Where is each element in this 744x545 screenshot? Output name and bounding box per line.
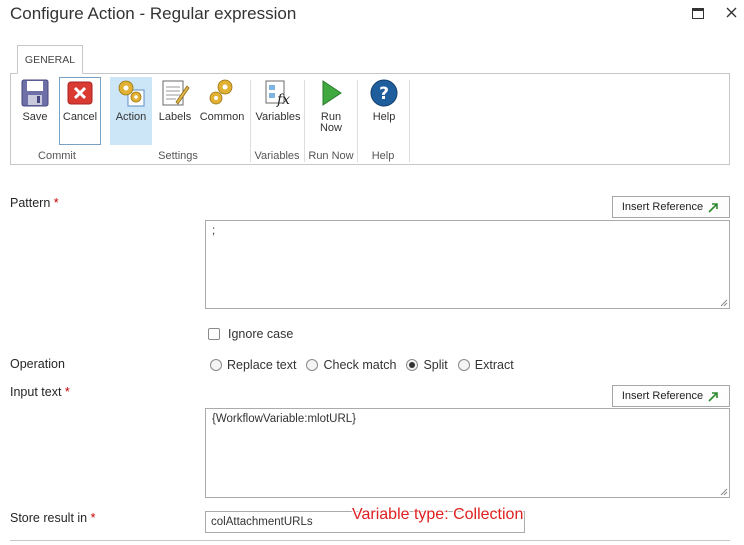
- maximize-icon: [692, 7, 704, 19]
- input-insert-reference-button[interactable]: Insert Reference: [612, 385, 730, 407]
- labels-button[interactable]: Labels: [157, 77, 193, 123]
- common-gear-icon: [207, 77, 237, 109]
- operation-check-radio[interactable]: [306, 359, 319, 371]
- operation-replace-option[interactable]: Replace text: [210, 358, 296, 372]
- operation-extract-label: Extract: [474, 358, 514, 372]
- run-now-label-2: Now: [319, 122, 342, 134]
- common-label: Common: [199, 111, 245, 123]
- close-button[interactable]: [722, 3, 740, 21]
- pattern-insert-reference-button[interactable]: Insert Reference: [612, 196, 730, 218]
- common-button[interactable]: Common: [199, 77, 245, 123]
- pattern-label-text: Pattern: [10, 196, 51, 210]
- insert-reference-label: Insert Reference: [621, 390, 704, 402]
- variable-type-annotation: Variable type: Collection: [352, 506, 524, 523]
- group-variables: Variables: [254, 150, 300, 162]
- tab-general[interactable]: GENERAL: [17, 45, 83, 74]
- store-result-label: Store result in *: [10, 511, 95, 525]
- required-marker: *: [53, 196, 59, 210]
- close-icon: [726, 7, 736, 17]
- operation-replace-radio[interactable]: [210, 359, 222, 371]
- ignore-case-checkbox[interactable]: [208, 328, 220, 340]
- ignore-case-label: Ignore case: [228, 327, 294, 341]
- help-label: Help: [372, 111, 396, 123]
- input-text-textarea[interactable]: {WorkflowVariable:mlotURL}: [205, 408, 730, 498]
- input-text-label-text: Input text: [10, 385, 62, 399]
- operation-radio-group: Replace text Check match Split Extract: [210, 358, 514, 372]
- labels-label: Labels: [158, 111, 192, 123]
- run-now-play-icon: [316, 77, 346, 109]
- ribbon-separator: [250, 80, 251, 162]
- operation-split-option[interactable]: Split: [406, 358, 448, 372]
- action-label: Action: [115, 111, 147, 123]
- ribbon-separator: [357, 80, 358, 162]
- ribbon-separator: [409, 80, 410, 162]
- insert-reference-label: Insert Reference: [621, 201, 704, 213]
- action-button[interactable]: Action: [110, 77, 152, 123]
- dialog-title: Configure Action - Regular expression: [10, 4, 297, 23]
- group-run-now: Run Now: [308, 150, 354, 162]
- svg-text:?: ?: [379, 84, 389, 104]
- operation-extract-option[interactable]: Extract: [457, 358, 514, 372]
- variables-button[interactable]: fx Variables: [255, 77, 301, 123]
- insert-reference-icon: [708, 202, 718, 213]
- save-label: Save: [22, 111, 48, 123]
- required-marker: *: [64, 385, 70, 399]
- labels-icon: [160, 77, 190, 109]
- input-text-value: {WorkflowVariable:mlotURL}: [212, 413, 357, 425]
- operation-check-label: Check match: [323, 358, 397, 372]
- resize-grip-icon[interactable]: [720, 299, 728, 307]
- ignore-case-row[interactable]: Ignore case: [208, 327, 293, 341]
- variables-fx-icon: fx: [263, 77, 293, 109]
- store-result-value: colAttachmentURLs: [211, 516, 313, 528]
- maximize-button[interactable]: [689, 4, 707, 22]
- operation-split-radio[interactable]: [406, 359, 419, 371]
- insert-reference-icon: [708, 391, 718, 402]
- operation-split-label: Split: [423, 358, 448, 372]
- group-commit: Commit: [38, 150, 76, 162]
- save-button[interactable]: Save: [18, 77, 52, 123]
- help-icon: ?: [369, 77, 399, 109]
- group-help: Help: [371, 150, 395, 162]
- pattern-textarea[interactable]: ;: [205, 220, 730, 309]
- group-settings: Settings: [158, 150, 198, 162]
- operation-check-option[interactable]: Check match: [306, 358, 396, 372]
- variables-label: Variables: [255, 111, 301, 123]
- cancel-icon: [65, 77, 95, 109]
- action-gear-icon: [116, 77, 146, 109]
- save-icon: [20, 77, 50, 109]
- pattern-value: ;: [212, 225, 216, 237]
- store-result-label-text: Store result in: [10, 511, 88, 525]
- input-text-label: Input text *: [10, 385, 70, 399]
- operation-extract-radio[interactable]: [457, 359, 470, 371]
- resize-grip-icon[interactable]: [720, 488, 728, 496]
- pattern-label: Pattern *: [10, 196, 59, 210]
- operation-replace-label: Replace text: [227, 358, 297, 372]
- required-marker: *: [90, 511, 96, 525]
- run-now-button[interactable]: Run Now: [314, 77, 348, 134]
- operation-label: Operation: [10, 357, 65, 371]
- cancel-button[interactable]: Cancel: [60, 77, 100, 123]
- divider: [10, 540, 730, 541]
- svg-text:fx: fx: [276, 92, 290, 108]
- cancel-label: Cancel: [62, 111, 98, 123]
- help-button[interactable]: ? Help: [366, 77, 402, 123]
